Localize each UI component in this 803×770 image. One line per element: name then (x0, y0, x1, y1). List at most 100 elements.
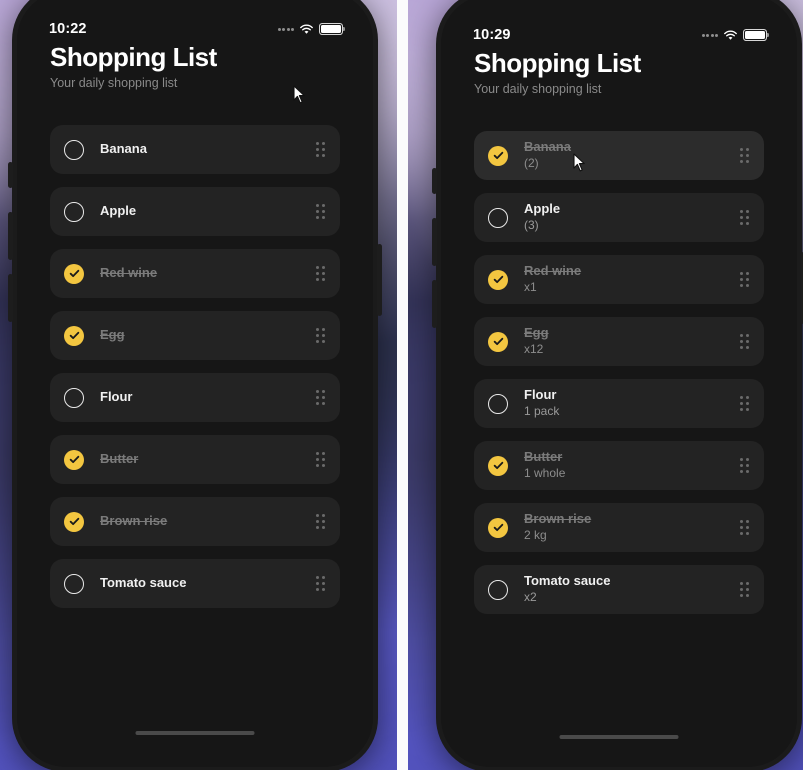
list-item[interactable]: Brown rise (50, 497, 340, 546)
list-item[interactable]: Egg x12 (474, 317, 764, 366)
drag-handle-icon[interactable] (740, 582, 749, 597)
page-header: Shopping List Your daily shopping list (17, 43, 373, 91)
drag-handle-icon[interactable] (740, 272, 749, 287)
volume-down-button-left[interactable] (8, 274, 13, 322)
drag-handle-icon[interactable] (740, 334, 749, 349)
volume-up-button-right[interactable] (432, 218, 437, 266)
list-item-title: Egg (100, 327, 125, 343)
list-item-labels: Banana (2) (524, 139, 730, 172)
list-item-title: Egg (524, 325, 549, 341)
list-item-quantity: (3) (524, 218, 539, 233)
drag-handle-icon[interactable] (316, 514, 325, 529)
list-item-labels: Red wine (100, 265, 306, 281)
drag-handle-icon[interactable] (316, 328, 325, 343)
list-item[interactable]: Apple (3) (474, 193, 764, 242)
phone-device-right: 10:29 Shopping List Your daily shopping … (432, 0, 803, 770)
list-item-quantity: x1 (524, 280, 537, 295)
power-button-left[interactable] (377, 244, 382, 316)
list-item-quantity: (2) (524, 156, 539, 171)
drag-handle-icon[interactable] (740, 396, 749, 411)
battery-icon (319, 23, 346, 35)
list-item-title: Brown rise (100, 513, 168, 529)
checkbox-unchecked-icon[interactable] (64, 139, 84, 160)
battery-icon (743, 29, 770, 41)
status-bar-icons (277, 23, 346, 35)
phone-device-left: 10:22 Shopping List Your daily shopping … (8, 0, 382, 770)
drag-handle-icon[interactable] (316, 390, 325, 405)
list-item-title: Flour (524, 387, 557, 403)
list-item-title: Butter (524, 449, 563, 465)
list-item-quantity: 1 whole (524, 466, 566, 481)
drag-handle-icon[interactable] (740, 458, 749, 473)
status-bar: 10:29 (441, 24, 797, 46)
list-item[interactable]: Butter (50, 435, 340, 484)
checkbox-unchecked-icon[interactable] (64, 573, 84, 594)
checkbox-unchecked-icon[interactable] (488, 207, 508, 228)
checkbox-unchecked-icon[interactable] (488, 579, 508, 600)
list-item-title: Red wine (524, 263, 582, 279)
home-indicator[interactable] (135, 731, 255, 735)
volume-up-button-left[interactable] (8, 212, 13, 260)
list-item-title: Red wine (100, 265, 158, 281)
list-item-labels: Butter (100, 451, 306, 467)
checkbox-unchecked-icon[interactable] (64, 387, 84, 408)
checkbox-checked-icon[interactable] (488, 145, 508, 166)
drag-handle-icon[interactable] (740, 210, 749, 225)
list-item-quantity: 1 pack (524, 404, 560, 419)
status-bar-icons (701, 29, 770, 41)
list-item-labels: Banana (100, 141, 306, 157)
drag-handle-icon[interactable] (316, 266, 325, 281)
home-indicator[interactable] (559, 735, 679, 739)
signal-dots-icon (277, 27, 294, 31)
list-item[interactable]: Butter 1 whole (474, 441, 764, 490)
list-item-labels: Brown rise (100, 513, 306, 529)
list-item[interactable]: Tomato sauce (50, 559, 340, 608)
screenshot-comparison: 10:22 Shopping List Your daily shopping … (0, 0, 803, 770)
right-screenshot: 10:29 Shopping List Your daily shopping … (408, 0, 803, 770)
list-item-title: Butter (100, 451, 139, 467)
list-item-title: Tomato sauce (524, 573, 611, 589)
list-item[interactable]: Tomato sauce x2 (474, 565, 764, 614)
list-item[interactable]: Banana (50, 125, 340, 174)
list-item[interactable]: Brown rise 2 kg (474, 503, 764, 552)
list-item[interactable]: Red wine x1 (474, 255, 764, 304)
list-item[interactable]: Flour (50, 373, 340, 422)
silent-switch-right[interactable] (432, 168, 437, 194)
checkbox-checked-icon[interactable] (64, 325, 84, 346)
page-title: Shopping List (50, 42, 217, 72)
list-item[interactable]: Flour 1 pack (474, 379, 764, 428)
checkbox-checked-icon[interactable] (64, 511, 84, 532)
checkbox-checked-icon[interactable] (64, 263, 84, 284)
checkbox-checked-icon[interactable] (488, 455, 508, 476)
checkbox-checked-icon[interactable] (488, 269, 508, 290)
status-bar: 10:22 (17, 18, 373, 40)
list-item-labels: Butter 1 whole (524, 449, 730, 482)
list-item[interactable]: Egg (50, 311, 340, 360)
drag-handle-icon[interactable] (740, 148, 749, 163)
drag-handle-icon[interactable] (316, 576, 325, 591)
list-item-labels: Egg x12 (524, 325, 730, 358)
list-item[interactable]: Banana (2) (474, 131, 764, 180)
checkbox-checked-icon[interactable] (488, 517, 508, 538)
list-item-title: Brown rise (524, 511, 592, 527)
drag-handle-icon[interactable] (316, 142, 325, 157)
checkbox-checked-icon[interactable] (488, 331, 508, 352)
volume-down-button-right[interactable] (432, 280, 437, 328)
list-item-title: Flour (100, 389, 133, 405)
drag-handle-icon[interactable] (740, 520, 749, 535)
list-item-labels: Apple (100, 203, 306, 219)
list-item-labels: Apple (3) (524, 201, 730, 234)
checkbox-unchecked-icon[interactable] (64, 201, 84, 222)
drag-handle-icon[interactable] (316, 452, 325, 467)
silent-switch-left[interactable] (8, 162, 13, 188)
wifi-icon (724, 30, 737, 40)
checkbox-checked-icon[interactable] (64, 449, 84, 470)
list-item[interactable]: Apple (50, 187, 340, 236)
list-item-title: Apple (524, 201, 561, 217)
checkbox-unchecked-icon[interactable] (488, 393, 508, 414)
list-item-title: Banana (524, 139, 571, 155)
list-item[interactable]: Red wine (50, 249, 340, 298)
drag-handle-icon[interactable] (316, 204, 325, 219)
list-item-labels: Egg (100, 327, 306, 343)
panel-divider (397, 0, 408, 770)
